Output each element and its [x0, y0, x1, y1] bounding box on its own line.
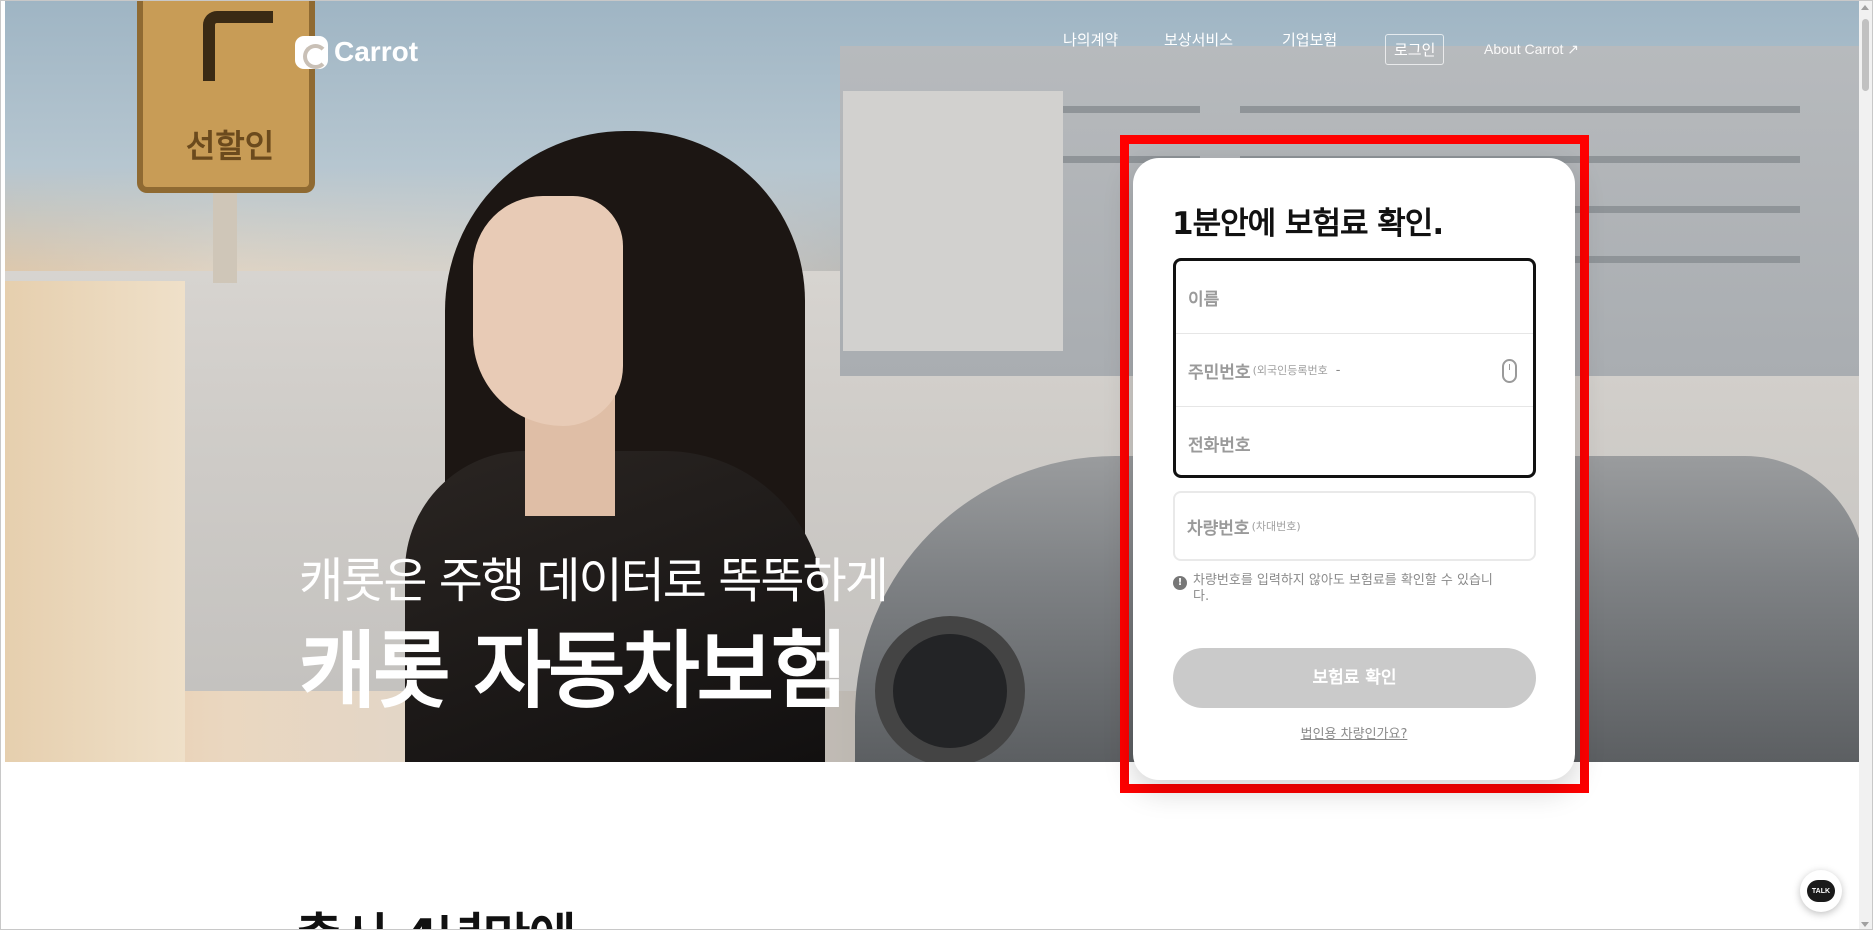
- nav-item-claims[interactable]: 보상서비스: [1164, 29, 1233, 50]
- hero-subtitle: 캐롯은 주행 데이터로 똑똑하게: [299, 553, 889, 609]
- notice-text: 차량번호를 입력하지 않아도 보험료를 확인할 수 있습니다.: [1193, 573, 1493, 604]
- phone-field[interactable]: 전화번호: [1176, 407, 1533, 479]
- logo-text: Carrot: [334, 36, 419, 67]
- check-premium-button[interactable]: 보험료 확인: [1173, 648, 1536, 708]
- rrn-dash: -: [1335, 362, 1341, 378]
- scroll-up-icon[interactable]: [1861, 5, 1869, 10]
- nav-item-business[interactable]: 기업보험: [1282, 29, 1337, 50]
- personal-info-group: 이름 주민번호 (외국인등록번호 - 전화번호: [1173, 258, 1536, 478]
- hero-title: 캐롯 자동차보험: [299, 622, 848, 720]
- car-number-notice: ! 차량번호를 입력하지 않아도 보험료를 확인할 수 있습니다.: [1173, 573, 1493, 605]
- nav-item-my-contract[interactable]: 나의계약: [1063, 29, 1118, 50]
- carrot-logo[interactable]: Carrot: [295, 35, 418, 69]
- rrn-field[interactable]: 주민번호 (외국인등록번호 -: [1176, 334, 1533, 406]
- talk-icon: TALK: [1807, 880, 1835, 902]
- turn-arrow-icon: [203, 11, 273, 81]
- car-number-field[interactable]: 차량번호 (차대번호): [1173, 491, 1536, 561]
- road-sign-text: 선할인: [185, 127, 275, 165]
- scrollbar[interactable]: [1859, 1, 1872, 929]
- scroll-down-icon[interactable]: [1861, 922, 1869, 927]
- about-carrot-link[interactable]: About Carrot ↗: [1484, 41, 1579, 58]
- hero-building-facade: [843, 91, 1063, 351]
- car-number-placeholder: 차량번호: [1187, 518, 1250, 539]
- car-number-hint: (차대번호): [1251, 520, 1301, 533]
- carrot-logo-icon: [295, 35, 328, 69]
- page: 선할인 캐롯은 주행 데이터로 똑똑하게 캐롯 자동차보험 Carrot 나의계…: [0, 0, 1873, 930]
- secure-keypad-icon[interactable]: [1502, 359, 1517, 383]
- rrn-placeholder: 주민번호: [1188, 362, 1251, 383]
- quote-card-title: 1분안에 보험료 확인.: [1172, 206, 1444, 242]
- name-field[interactable]: 이름: [1176, 261, 1533, 333]
- kakao-talk-button[interactable]: TALK: [1800, 870, 1842, 912]
- corporate-vehicle-link[interactable]: 법인용 차량인가요?: [1133, 723, 1575, 742]
- car-wheel: [875, 616, 1025, 762]
- scroll-thumb[interactable]: [1862, 19, 1869, 91]
- info-icon: !: [1173, 576, 1187, 590]
- rrn-hint: (외국인등록번호: [1252, 364, 1328, 377]
- phone-placeholder: 전화번호: [1188, 435, 1251, 456]
- quote-card: 1분안에 보험료 확인. 이름 주민번호 (외국인등록번호 - 전화번호 차량번…: [1133, 158, 1575, 780]
- sign-pole: [213, 193, 237, 283]
- login-button[interactable]: 로그인: [1385, 34, 1445, 65]
- model-face: [473, 196, 623, 426]
- hero-pillar: [5, 281, 185, 762]
- section-title: 출시 4년만에: [295, 896, 576, 929]
- name-placeholder: 이름: [1188, 289, 1220, 310]
- road-sign: 선할인: [137, 1, 315, 193]
